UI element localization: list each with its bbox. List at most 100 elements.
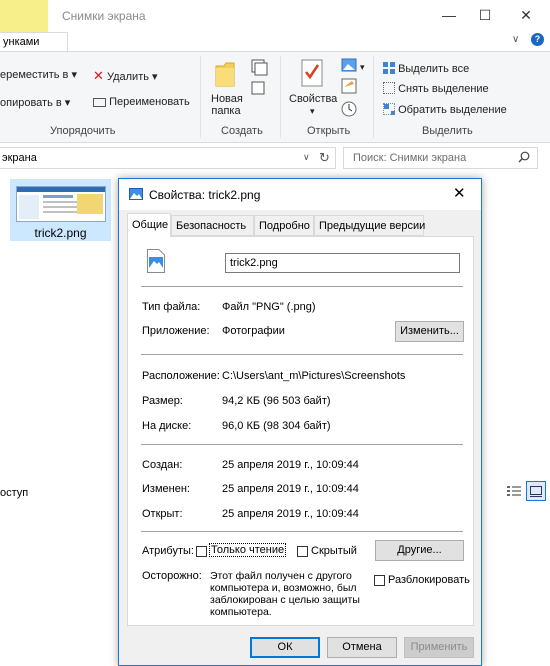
delete-button[interactable]: ✕ Удалить ▾ <box>93 68 158 84</box>
rename-label: Переименовать <box>109 96 190 108</box>
address-text: экрана <box>2 152 37 164</box>
modified-value: 25 апреля 2019 г., 10:09:44 <box>222 483 359 495</box>
dialog-close-icon[interactable]: ✕ <box>453 184 466 202</box>
size-value: 94,2 КБ (96 503 байт) <box>222 395 331 407</box>
caution-line: заблокирован с целью защиты <box>210 594 360 606</box>
properties-dropdown-icon[interactable]: ▾ <box>310 106 315 117</box>
large-icons-view-icon[interactable] <box>526 481 546 501</box>
new-item-icon[interactable] <box>250 58 272 98</box>
ribbon-separator <box>280 56 281 138</box>
new-folder-button[interactable]: Новая папка <box>211 93 243 117</box>
rename-icon <box>93 97 106 107</box>
window-title: Снимки экрана <box>62 9 146 23</box>
cancel-button[interactable]: Отмена <box>327 637 397 658</box>
caution-text: Этот файл получен с другого компьютера и… <box>210 570 360 618</box>
delete-icon: ✕ <box>93 68 104 83</box>
delete-label: Удалить <box>106 71 149 83</box>
tab-previous-versions[interactable]: Предыдущие версии <box>314 215 426 236</box>
title-bar: Снимки экрана — ☐ ✕ <box>0 0 550 32</box>
details-view-icon[interactable] <box>506 483 522 499</box>
invert-selection-label: Обратить выделение <box>398 104 507 116</box>
tab-general[interactable]: Общие <box>127 213 171 237</box>
properties-button[interactable]: Свойства <box>289 93 337 105</box>
tab-label: Безопасность <box>176 220 247 232</box>
file-thumbnail <box>16 186 106 222</box>
move-to-button[interactable]: ереместить в ▾ <box>0 68 77 81</box>
tab-ribbon-active[interactable]: унками <box>0 32 68 51</box>
tab-label: Общие <box>132 219 169 231</box>
file-item[interactable]: trick2.png <box>10 179 111 241</box>
search-input[interactable]: Поиск: Снимки экрана <box>343 147 538 169</box>
help-icon[interactable]: ? <box>531 33 544 46</box>
ok-button[interactable]: ОК <box>250 637 320 658</box>
ribbon-separator <box>373 56 374 138</box>
select-all-label: Выделить все <box>398 63 470 75</box>
other-attributes-button[interactable]: Другие... <box>375 540 464 561</box>
open-group-title: Открыть <box>307 125 351 137</box>
search-icon <box>518 151 530 163</box>
size-on-disk-value: 96,0 КБ (98 304 байт) <box>222 420 331 432</box>
file-type-label: Тип файла: <box>142 301 201 313</box>
accessed-label: Открыт: <box>142 508 183 520</box>
file-name: trick2.png <box>34 226 87 240</box>
quick-access-tab[interactable] <box>0 0 48 32</box>
accessed-value: 25 апреля 2019 г., 10:09:44 <box>222 508 359 520</box>
new-folder-label-1: Новая <box>211 93 243 105</box>
copy-to-button[interactable]: опировать в ▾ <box>0 96 70 109</box>
address-dropdown-icon[interactable]: ∨ <box>303 152 310 163</box>
size-label: Размер: <box>142 395 183 407</box>
address-bar[interactable]: экрана ∨ ↻ <box>0 147 336 169</box>
ribbon-collapse-icon[interactable]: ∨ <box>512 34 519 45</box>
maximize-button[interactable]: ☐ <box>467 0 503 30</box>
divider <box>141 531 463 532</box>
attributes-label: Атрибуты: <box>142 545 194 557</box>
new-folder-label-2: папка <box>211 105 241 117</box>
refresh-icon[interactable]: ↻ <box>319 150 330 166</box>
minimize-button[interactable]: — <box>431 0 467 30</box>
copy-to-label: опировать в <box>0 97 62 109</box>
change-button[interactable]: Изменить... <box>395 321 464 342</box>
open-dropdown-icon[interactable]: ▾ <box>360 62 365 73</box>
read-only-checkbox[interactable] <box>196 546 207 557</box>
tab-label: Предыдущие версии <box>319 220 426 232</box>
dialog-title-bar: Свойства: trick2.png ✕ <box>119 179 481 210</box>
tab-label: унками <box>3 36 40 48</box>
organize-group-title: Упорядочить <box>50 125 116 137</box>
select-all-icon <box>383 62 395 74</box>
rename-button[interactable]: Переименовать <box>93 96 190 108</box>
apply-button[interactable]: Применить <box>404 637 474 658</box>
select-none-label: Снять выделение <box>398 83 489 95</box>
invert-selection-icon <box>383 103 395 115</box>
properties-label: Свойства <box>289 93 338 105</box>
select-group-title: Выделить <box>422 125 473 137</box>
tab-label: Подробно <box>259 220 310 232</box>
divider <box>141 354 463 355</box>
properties-icon <box>301 59 323 87</box>
unblock-checkbox[interactable] <box>374 575 385 586</box>
size-on-disk-label: На диске: <box>142 420 192 432</box>
hidden-checkbox[interactable] <box>297 546 308 557</box>
unblock-label[interactable]: Разблокировать <box>388 574 470 586</box>
tab-details[interactable]: Подробно <box>254 215 314 236</box>
file-type-value: Файл "PNG" (.png) <box>222 301 316 313</box>
file-name-field[interactable]: trick2.png <box>225 253 460 273</box>
hidden-label[interactable]: Скрытый <box>311 545 357 557</box>
select-none-button[interactable]: Снять выделение <box>383 82 489 95</box>
tab-security[interactable]: Безопасность <box>171 215 254 236</box>
modified-label: Изменен: <box>142 483 190 495</box>
select-all-button[interactable]: Выделить все <box>383 62 469 75</box>
close-button[interactable]: ✕ <box>508 0 544 30</box>
created-label: Создан: <box>142 459 183 471</box>
select-none-icon <box>383 82 395 94</box>
invert-selection-button[interactable]: Обратить выделение <box>383 103 507 116</box>
caution-line: компьютера и, возможно, был <box>210 582 357 594</box>
app-label: Приложение: <box>142 325 210 337</box>
read-only-label[interactable]: Только чтение <box>208 543 287 557</box>
search-placeholder: Поиск: Снимки экрана <box>353 152 467 164</box>
location-label: Расположение: <box>142 370 220 382</box>
divider <box>141 444 463 445</box>
status-text: оступ <box>0 487 29 499</box>
app-value: Фотографии <box>222 325 285 337</box>
new-folder-icon <box>215 62 235 87</box>
image-file-icon <box>129 188 143 200</box>
